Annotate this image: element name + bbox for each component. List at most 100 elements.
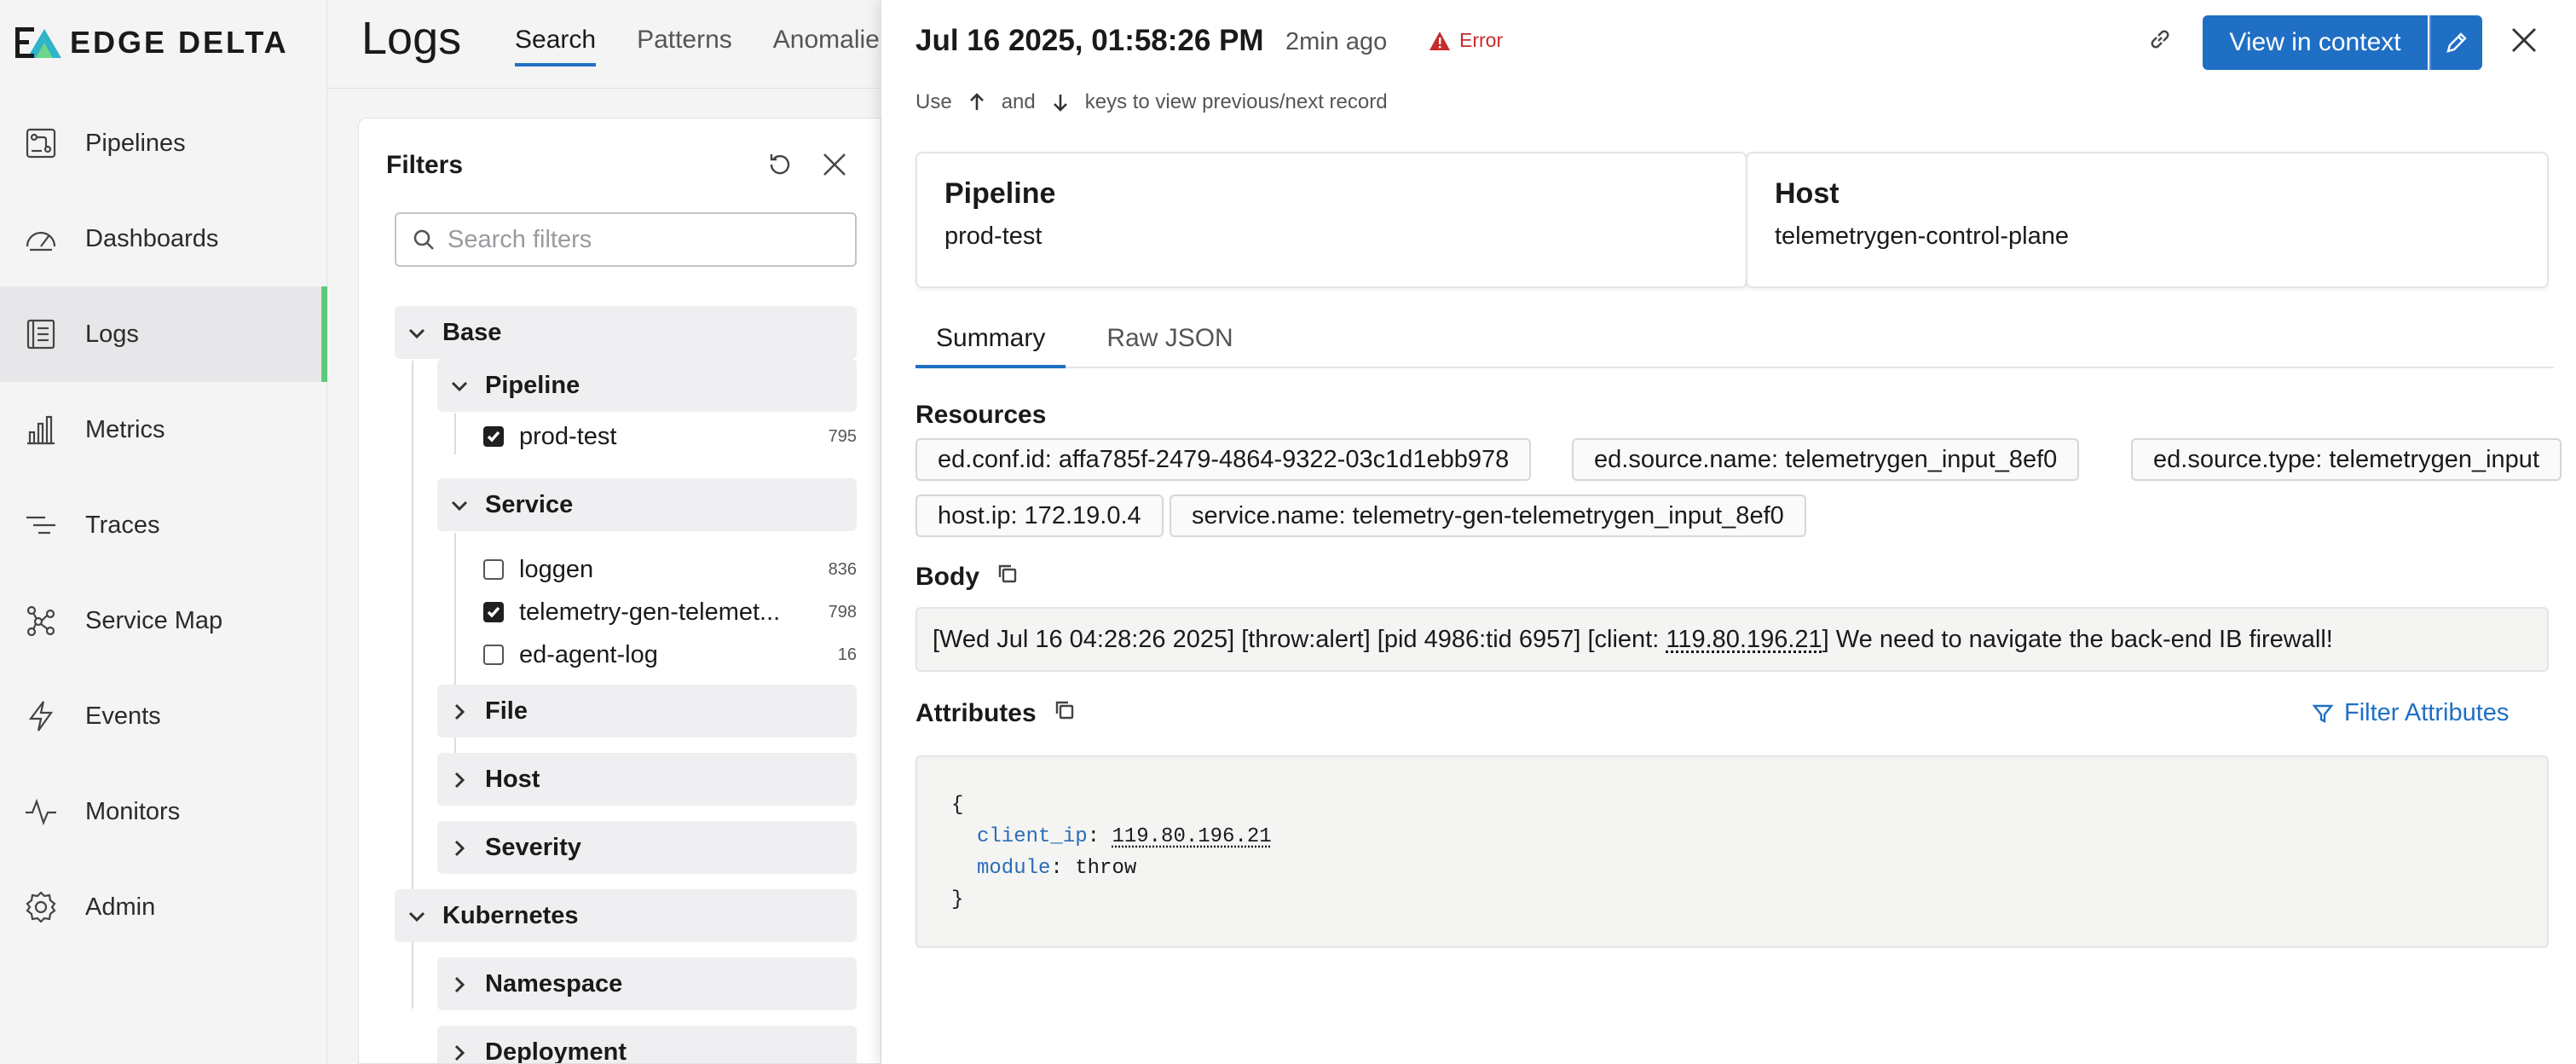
sidebar-item-service-map[interactable]: Service Map: [0, 573, 327, 668]
warning-icon: [1430, 31, 1450, 50]
sidebar-item-traces[interactable]: Traces: [0, 477, 327, 573]
json-close-brace: }: [951, 888, 964, 911]
filter-group-pipeline[interactable]: Pipeline: [437, 359, 857, 412]
chevron-down-icon: [407, 322, 427, 343]
filter-option-prod-test[interactable]: prod-test 795: [483, 417, 857, 456]
hint-and: and: [1001, 90, 1036, 113]
close-filters-button[interactable]: [819, 149, 853, 183]
resource-chip[interactable]: ed.conf.id: affa785f-2479-4864-9322-03c1…: [915, 438, 1532, 481]
log-relative-time: 2min ago: [1285, 28, 1388, 55]
sidebar-nav: Pipelines Dashboards Logs Metrics Traces: [0, 95, 327, 955]
filter-group-label: File: [485, 697, 528, 725]
sidebar-item-dashboards[interactable]: Dashboards: [0, 191, 327, 286]
filter-group-deployment[interactable]: Deployment: [437, 1026, 857, 1064]
copy-attributes-button[interactable]: [1054, 699, 1076, 728]
search-filters-input[interactable]: [448, 225, 823, 254]
attributes-label-text: Attributes: [915, 699, 1037, 727]
filter-group-label: Deployment: [485, 1038, 627, 1064]
arrow-down-icon: [1053, 95, 1067, 112]
filter-group-severity[interactable]: Severity: [437, 821, 857, 874]
sidebar-item-label: Dashboards: [85, 224, 219, 252]
filter-attributes-label: Filter Attributes: [2344, 699, 2510, 726]
log-body-ip[interactable]: 119.80.196.21: [1666, 626, 1822, 654]
json-open-brace: {: [951, 794, 964, 817]
checkbox-unchecked[interactable]: [483, 645, 504, 665]
edit-button[interactable]: [2429, 15, 2482, 70]
resource-chip[interactable]: service.name: telemetry-gen-telemetrygen…: [1170, 494, 1806, 537]
filter-icon: [2312, 704, 2334, 723]
resource-chip[interactable]: host.ip: 172.19.0.4: [915, 494, 1164, 537]
edge-delta-logo[interactable]: EDGE DELTA: [15, 20, 289, 65]
pipeline-card-title: Pipeline: [944, 177, 1056, 210]
filters-title: Filters: [386, 151, 464, 179]
resource-chip[interactable]: ed.source.name: telemetrygen_input_8ef0: [1572, 438, 2080, 481]
dashboards-icon: [22, 220, 60, 257]
chevron-right-icon: [449, 1042, 470, 1062]
filter-option-loggen[interactable]: loggen 836: [483, 550, 857, 589]
search-filters-field[interactable]: [395, 212, 857, 267]
edge-delta-logo-icon: [15, 27, 61, 58]
sidebar-item-monitors[interactable]: Monitors: [0, 764, 327, 859]
json-value[interactable]: 119.80.196.21: [1112, 825, 1271, 848]
json-key: module: [977, 857, 1051, 880]
filter-group-host[interactable]: Host: [437, 753, 857, 806]
search-icon: [413, 229, 434, 250]
filter-option-ed-agent-log[interactable]: ed-agent-log 16: [483, 635, 857, 674]
sidebar-item-label: Logs: [85, 320, 139, 348]
filter-group-namespace[interactable]: Namespace: [437, 957, 857, 1010]
checkbox-checked[interactable]: [483, 426, 504, 447]
filter-group-label: Severity: [485, 833, 581, 861]
filter-group-base[interactable]: Base: [395, 306, 857, 359]
log-timestamp: Jul 16 2025, 01:58:26 PM: [915, 24, 1264, 57]
copy-icon: [1055, 701, 1073, 720]
pipelines-icon: [22, 124, 60, 162]
view-in-context-button[interactable]: View in context: [2203, 15, 2428, 70]
sidebar-item-pipelines[interactable]: Pipelines: [0, 95, 327, 191]
copy-link-button[interactable]: [2146, 26, 2180, 60]
resource-chip[interactable]: ed.source.type: telemetrygen_input: [2131, 438, 2562, 481]
tab-raw-json[interactable]: Raw JSON: [1086, 319, 1253, 368]
filter-group-kubernetes[interactable]: Kubernetes: [395, 889, 857, 942]
body-label: Body: [915, 563, 1019, 592]
attributes-label: Attributes: [915, 699, 1076, 728]
filter-group-label: Pipeline: [485, 371, 580, 399]
chevron-right-icon: [449, 974, 470, 994]
sidebar-item-admin[interactable]: Admin: [0, 859, 327, 955]
sidebar: EDGE DELTA Pipelines Dashboards Logs Met…: [0, 0, 327, 1064]
reset-filters-button[interactable]: [765, 149, 799, 183]
filter-group-service[interactable]: Service: [437, 478, 857, 531]
checkbox-unchecked[interactable]: [483, 559, 504, 580]
sidebar-item-logs[interactable]: Logs: [0, 286, 327, 382]
filters-panel: Filters Base Pipeline prod-test 795 Serv…: [358, 118, 881, 1064]
reset-icon: [770, 154, 790, 175]
json-entry: module: throw: [977, 857, 1137, 880]
checkbox-checked[interactable]: [483, 602, 504, 622]
tree-line: [454, 413, 456, 454]
sidebar-item-label: Service Map: [85, 606, 223, 634]
close-detail-button[interactable]: [2508, 24, 2545, 61]
filter-group-label: Kubernetes: [442, 901, 579, 929]
metrics-icon: [22, 411, 60, 448]
tab-patterns[interactable]: Patterns: [637, 26, 732, 66]
host-card: Host telemetrygen-control-plane: [1746, 152, 2549, 288]
copy-body-button[interactable]: [996, 563, 1019, 592]
tab-summary[interactable]: Summary: [915, 319, 1066, 368]
sidebar-item-metrics[interactable]: Metrics: [0, 382, 327, 477]
filter-option-count: 836: [828, 559, 857, 579]
logs-tabs: Search Patterns Anomalie: [515, 26, 880, 66]
tab-search[interactable]: Search: [515, 26, 597, 66]
sidebar-item-label: Events: [85, 702, 161, 730]
filter-option-telemetry-gen[interactable]: telemetry-gen-telemet... 798: [483, 593, 857, 632]
tab-anomalies[interactable]: Anomalie: [773, 26, 880, 66]
json-entry: client_ip: 119.80.196.21: [977, 825, 1272, 848]
sidebar-item-label: Traces: [85, 511, 160, 539]
chevron-down-icon: [449, 375, 470, 396]
filter-attributes-button[interactable]: Filter Attributes: [2312, 699, 2509, 727]
sidebar-item-events[interactable]: Events: [0, 668, 327, 764]
tree-line: [454, 533, 456, 789]
sidebar-item-label: Metrics: [85, 415, 165, 443]
filter-option-label: telemetry-gen-telemet...: [519, 598, 781, 626]
chevron-down-icon: [449, 494, 470, 515]
filter-group-file[interactable]: File: [437, 685, 857, 737]
filter-option-count: 16: [837, 645, 857, 664]
